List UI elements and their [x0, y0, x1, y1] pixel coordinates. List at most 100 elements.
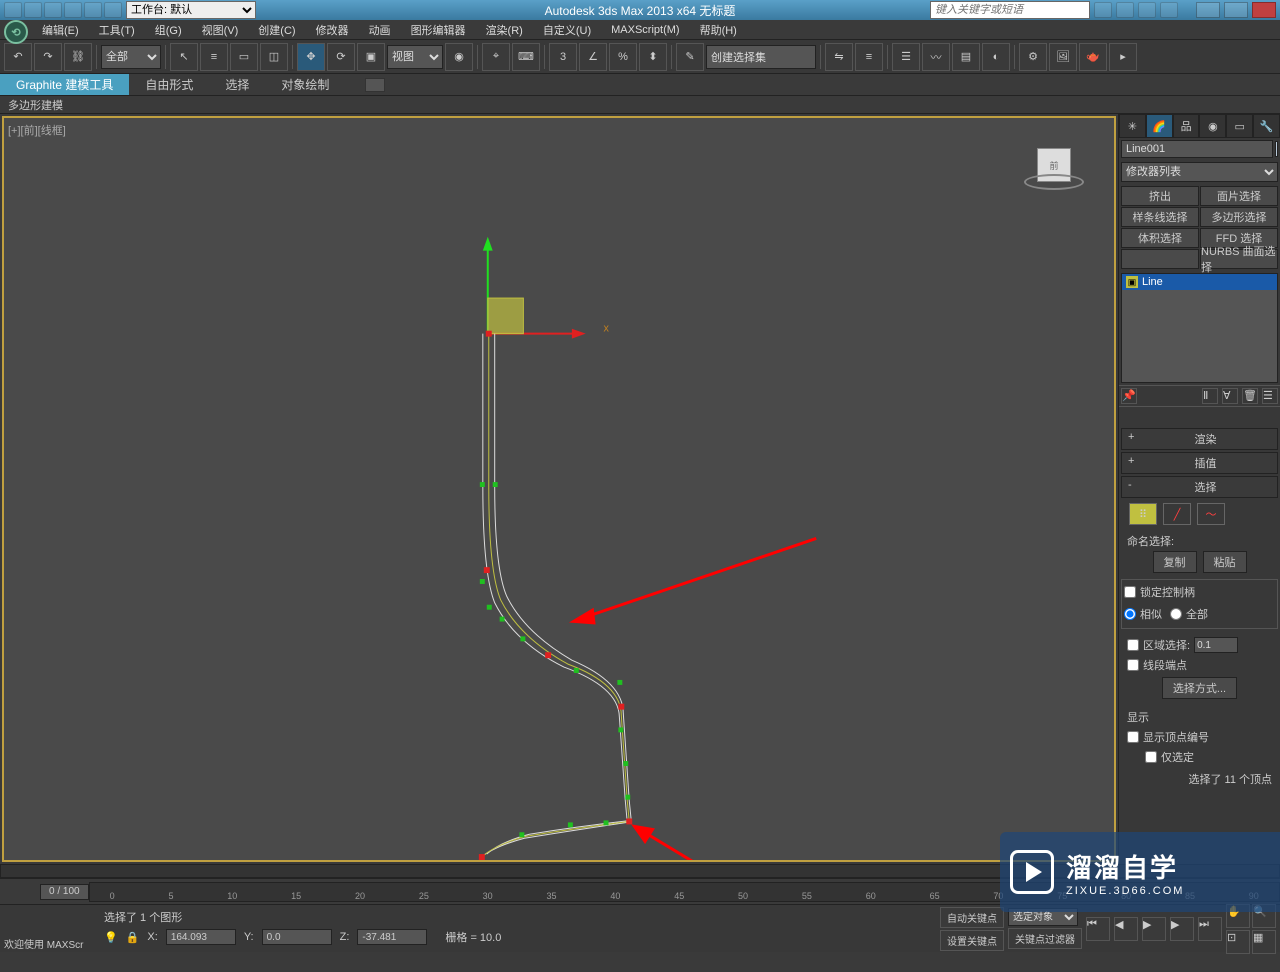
ribbon-tab-paint[interactable]: 对象绘制: [265, 74, 345, 95]
render-setup-icon[interactable]: ⚙: [1019, 43, 1047, 71]
angle-snap-icon[interactable]: ∠: [579, 43, 607, 71]
set-key-button[interactable]: 设置关键点: [940, 930, 1004, 951]
qa-new-icon[interactable]: [4, 2, 22, 18]
remove-mod-icon[interactable]: 🗑: [1242, 388, 1258, 404]
minimize-button[interactable]: [1196, 2, 1220, 18]
menu-maxscript[interactable]: MAXScript(M): [601, 20, 689, 39]
app-menu-icon[interactable]: ⟲: [4, 20, 28, 44]
pin-stack-icon[interactable]: 📌: [1121, 388, 1137, 404]
qa-link-icon[interactable]: [104, 2, 122, 18]
goto-end-icon[interactable]: ⏭: [1198, 917, 1222, 941]
ribbon-tab-selection[interactable]: 选择: [209, 74, 265, 95]
material-editor-icon[interactable]: ◐: [982, 43, 1010, 71]
search-icon[interactable]: [1094, 2, 1112, 18]
ribbon-tab-freeform[interactable]: 自由形式: [129, 74, 209, 95]
select-by-button[interactable]: 选择方式...: [1162, 677, 1237, 699]
vertex-subobj-icon[interactable]: ⠿: [1129, 503, 1157, 525]
modify-tab-icon[interactable]: 🌈: [1146, 114, 1173, 138]
key-filters-button[interactable]: 关键点过滤器: [1008, 928, 1082, 949]
play-icon[interactable]: ▶: [1142, 917, 1166, 941]
rotate-icon[interactable]: ⟳: [327, 43, 355, 71]
schematic-view-icon[interactable]: ▤: [952, 43, 980, 71]
qa-undo-icon[interactable]: [64, 2, 82, 18]
paste-button[interactable]: 粘贴: [1203, 551, 1247, 573]
favorites-icon[interactable]: [1138, 2, 1156, 18]
stack-expand-icon[interactable]: ▣: [1126, 276, 1138, 288]
menu-graph-editors[interactable]: 图形编辑器: [401, 20, 476, 39]
menu-group[interactable]: 组(G): [145, 20, 192, 39]
area-select-spinner[interactable]: 0.1: [1194, 637, 1238, 653]
render-icon[interactable]: 🫖: [1079, 43, 1107, 71]
segment-end-checkbox[interactable]: [1127, 659, 1139, 671]
window-crossing-icon[interactable]: ◫: [260, 43, 288, 71]
object-name-input[interactable]: [1121, 140, 1273, 158]
motion-tab-icon[interactable]: ◉: [1199, 114, 1226, 138]
lock-selection-icon[interactable]: 🔒: [126, 931, 140, 944]
show-vert-num-checkbox[interactable]: [1127, 731, 1139, 743]
max-viewport-icon[interactable]: ▦: [1252, 930, 1276, 954]
maxscript-mini-listener-icon[interactable]: [4, 909, 44, 929]
ribbon-collapse-icon[interactable]: [365, 78, 385, 92]
mod-btn-nurbs-select[interactable]: NURBS 曲面选择: [1200, 249, 1278, 269]
select-object-icon[interactable]: ↖: [170, 43, 198, 71]
pivot-center-icon[interactable]: ◉: [445, 43, 473, 71]
zoom-extents-icon[interactable]: ⊡: [1226, 930, 1250, 954]
lock-handles-checkbox[interactable]: [1124, 586, 1136, 598]
manipulate-icon[interactable]: ⌖: [482, 43, 510, 71]
workspace-dropdown[interactable]: 工作台: 默认: [126, 1, 256, 19]
menu-customize[interactable]: 自定义(U): [533, 20, 601, 39]
auto-key-button[interactable]: 自动关键点: [940, 907, 1004, 928]
hierarchy-tab-icon[interactable]: 品: [1173, 114, 1200, 138]
segment-subobj-icon[interactable]: ╱: [1163, 503, 1191, 525]
create-tab-icon[interactable]: ✳: [1119, 114, 1146, 138]
select-region-rect-icon[interactable]: ▭: [230, 43, 258, 71]
qa-redo-icon[interactable]: [84, 2, 102, 18]
named-selection-input[interactable]: [706, 45, 816, 69]
time-slider[interactable]: 0 / 100: [40, 884, 89, 900]
link-icon[interactable]: ⛓: [64, 43, 92, 71]
curve-editor-icon[interactable]: 〰: [922, 43, 950, 71]
mirror-icon[interactable]: ⇋: [825, 43, 853, 71]
scale-icon[interactable]: ▣: [357, 43, 385, 71]
redo-icon[interactable]: ↷: [34, 43, 62, 71]
menu-animation[interactable]: 动画: [359, 20, 401, 39]
snap-3d-icon[interactable]: 3: [549, 43, 577, 71]
stack-item-line[interactable]: ▣ Line: [1122, 274, 1277, 290]
render-prod-icon[interactable]: ▸: [1109, 43, 1137, 71]
mod-btn-patch-select[interactable]: 面片选择: [1200, 186, 1278, 206]
spinner-snap-icon[interactable]: ⬍: [639, 43, 667, 71]
mod-btn-vol-select[interactable]: 体积选择: [1121, 228, 1199, 248]
menu-tools[interactable]: 工具(T): [89, 20, 145, 39]
view-cube[interactable]: 前: [1024, 148, 1084, 198]
move-icon[interactable]: ✥: [297, 43, 325, 71]
menu-edit[interactable]: 编辑(E): [32, 20, 89, 39]
menu-help[interactable]: 帮助(H): [690, 20, 747, 39]
prev-frame-icon[interactable]: ◀: [1114, 917, 1138, 941]
menu-rendering[interactable]: 渲染(R): [476, 20, 533, 39]
align-icon[interactable]: ≡: [855, 43, 883, 71]
lock-icon[interactable]: 💡: [104, 931, 118, 944]
qa-open-icon[interactable]: [24, 2, 42, 18]
alike-radio[interactable]: [1124, 608, 1136, 620]
comm-center-icon[interactable]: [1116, 2, 1134, 18]
z-coord-input[interactable]: -37.481: [357, 929, 427, 945]
help-icon[interactable]: [1160, 2, 1178, 18]
qa-save-icon[interactable]: [44, 2, 62, 18]
close-button[interactable]: [1252, 2, 1276, 18]
edit-named-sel-icon[interactable]: ✎: [676, 43, 704, 71]
percent-snap-icon[interactable]: %: [609, 43, 637, 71]
mod-btn-empty[interactable]: [1121, 249, 1199, 269]
only-selected-checkbox[interactable]: [1145, 751, 1157, 763]
mod-btn-spline-select[interactable]: 样条线选择: [1121, 207, 1199, 227]
render-frame-icon[interactable]: 🖼: [1049, 43, 1077, 71]
mod-btn-poly-select[interactable]: 多边形选择: [1200, 207, 1278, 227]
display-tab-icon[interactable]: ▭: [1226, 114, 1253, 138]
menu-views[interactable]: 视图(V): [192, 20, 249, 39]
maximize-button[interactable]: [1224, 2, 1248, 18]
ribbon-tab-graphite[interactable]: Graphite 建模工具: [0, 74, 129, 95]
rollout-interp[interactable]: +插值: [1121, 452, 1278, 474]
modifier-stack[interactable]: ▣ Line: [1121, 273, 1278, 383]
all-radio[interactable]: [1170, 608, 1182, 620]
menu-modifiers[interactable]: 修改器: [306, 20, 359, 39]
layers-icon[interactable]: ☰: [892, 43, 920, 71]
